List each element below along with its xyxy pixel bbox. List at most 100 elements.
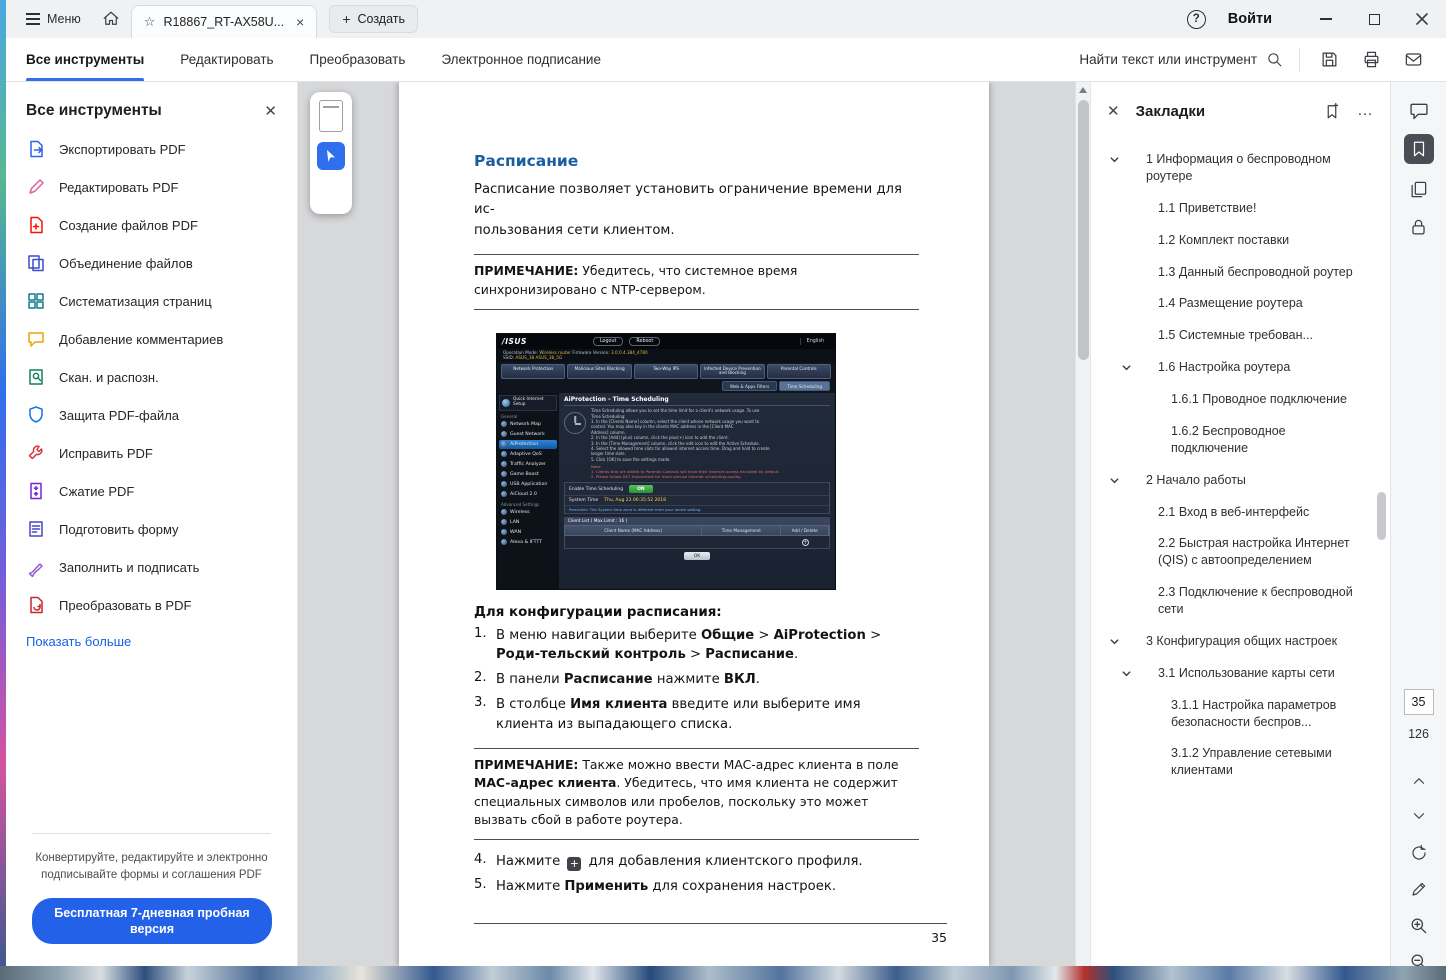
router-language-select[interactable]: English (800, 338, 830, 345)
tool-item-repair-pdf[interactable]: Исправить PDF (6, 434, 297, 472)
router-menu-item[interactable]: Game Boost (499, 470, 557, 479)
zoom-out-button[interactable] (1404, 946, 1434, 966)
bookmark-item[interactable]: 2.2 Быстрая настройка Интернет (QIS) с а… (1091, 535, 1390, 569)
select-tool-button[interactable] (317, 142, 345, 170)
ribbon-tab-2[interactable]: Редактировать (180, 38, 273, 81)
bookmark-item[interactable]: 1.6 Настройка роутера (1091, 359, 1390, 376)
tool-item-organize-pages[interactable]: Систематизация страниц (6, 282, 297, 320)
tool-item-scan-ocr[interactable]: Скан. и распозн. (6, 358, 297, 396)
bookmarks-panel-button[interactable] (1404, 134, 1434, 164)
router-menu-item[interactable]: Wireless (499, 508, 557, 517)
add-bookmark-icon[interactable] (1323, 102, 1341, 120)
tool-item-export-pdf[interactable]: Экспортировать PDF (6, 130, 297, 168)
router-tab[interactable]: Parental Controls (767, 364, 831, 380)
bookmark-item[interactable]: 1.3 Данный беспроводной роутер (1091, 264, 1390, 281)
sign-in-button[interactable]: Войти (1228, 11, 1272, 27)
current-page-input[interactable]: 35 (1404, 689, 1434, 715)
chevron-down-icon[interactable] (1109, 153, 1120, 170)
menu-button[interactable]: Меню (16, 6, 91, 32)
bookmark-item[interactable]: 2.1 Вход в веб-интерфейс (1091, 504, 1390, 521)
router-menu-item[interactable]: Alexa & IFTTT (499, 538, 557, 547)
favorite-star-icon[interactable]: ☆ (144, 14, 156, 30)
ribbon-tab-4[interactable]: Электронное подписание (441, 38, 601, 81)
bookmark-item[interactable]: 3.1 Использование карты сети (1091, 665, 1390, 682)
find-tool-button[interactable]: Найти текст или инструмент (1079, 51, 1283, 68)
chevron-down-icon[interactable] (1121, 361, 1132, 378)
tool-item-combine-files[interactable]: Объединение файлов (6, 244, 297, 282)
bookmark-item[interactable]: 1 Информация о беспроводном роутере (1091, 151, 1390, 185)
comments-panel-button[interactable] (1404, 96, 1434, 126)
draw-tool-button[interactable] (1404, 874, 1434, 904)
router-menu-item[interactable]: AiCloud 2.0 (499, 490, 557, 499)
router-subtab[interactable]: Time Scheduling (779, 381, 830, 391)
bookmarks-options-icon[interactable]: … (1357, 102, 1374, 120)
next-page-button[interactable] (1404, 801, 1434, 831)
email-button[interactable] (1400, 47, 1426, 73)
show-more-link[interactable]: Показать больше (6, 624, 297, 659)
router-menu-item[interactable]: WAN (499, 528, 557, 537)
bookmark-item[interactable]: 2 Начало работы (1091, 472, 1390, 489)
add-client-plus-icon[interactable]: + (802, 539, 809, 546)
scheduling-on-toggle[interactable]: ON (629, 485, 653, 493)
close-button[interactable] (1398, 0, 1446, 38)
router-logout-button[interactable]: Logout (593, 337, 623, 346)
router-menu-item[interactable]: LAN (499, 518, 557, 527)
tool-item-prepare-form[interactable]: Подготовить форму (6, 510, 297, 548)
home-button[interactable] (95, 4, 127, 34)
router-menu-item[interactable]: USB Application (499, 480, 557, 489)
router-tab[interactable]: Infected Device Prevention and Blocking (700, 364, 764, 380)
tool-item-create-pdf[interactable]: Создание файлов PDF (6, 206, 297, 244)
bookmark-item[interactable]: 2.3 Подключение к беспроводной сети (1091, 584, 1390, 618)
chevron-down-icon[interactable] (1109, 474, 1120, 491)
router-tab[interactable]: Malicious Sites Blocking (567, 364, 631, 380)
page-thumbnails-button[interactable] (319, 100, 343, 132)
chevron-down-icon[interactable] (1109, 635, 1120, 652)
minimize-button[interactable] (1302, 0, 1350, 38)
router-menu-item[interactable]: Network Map (499, 420, 557, 429)
router-menu-item[interactable]: Traffic Analyzer (499, 460, 557, 469)
free-trial-button[interactable]: Бесплатная 7-дневная пробная версия (32, 898, 272, 945)
bookmark-item[interactable]: 1.4 Размещение роутера (1091, 295, 1390, 312)
save-button[interactable] (1316, 47, 1342, 73)
bookmark-item[interactable]: 1.2 Комплект поставки (1091, 232, 1390, 249)
print-button[interactable] (1358, 47, 1384, 73)
maximize-button[interactable] (1350, 0, 1398, 38)
tool-item-add-comments[interactable]: Добавление комментариев (6, 320, 297, 358)
timezone-reminder-link[interactable]: Reminder: The System time zone is differ… (565, 506, 829, 513)
chevron-down-icon[interactable] (1121, 667, 1132, 684)
tools-panel-close-icon[interactable]: ✕ (264, 102, 277, 120)
router-ok-button[interactable]: OK (684, 552, 711, 560)
tool-item-compress-pdf[interactable]: Сжатие PDF (6, 472, 297, 510)
bookmark-item[interactable]: 1.6.1 Проводное подключение (1091, 391, 1390, 408)
scrollbar-thumb[interactable] (1078, 100, 1089, 360)
tool-item-protect-pdf[interactable]: Защита PDF-файла (6, 396, 297, 434)
tab-close-icon[interactable]: × (296, 14, 304, 30)
previous-page-button[interactable] (1404, 766, 1434, 796)
bookmark-item[interactable]: 3.1.2 Управление сетевыми клиентами (1091, 745, 1390, 779)
bookmark-item[interactable]: 1.5 Системные требован... (1091, 327, 1390, 344)
bookmark-item[interactable]: 3.1.1 Настройка параметров безопасности … (1091, 697, 1390, 731)
attachments-panel-button[interactable] (1404, 212, 1434, 242)
router-subtab[interactable]: Web & Apps Filters (722, 381, 777, 391)
zoom-in-button[interactable] (1404, 910, 1434, 940)
router-tab[interactable]: Network Protection (501, 364, 565, 380)
page-thumbnails-panel-button[interactable] (1404, 174, 1434, 204)
bookmarks-scrollbar-thumb[interactable] (1377, 492, 1386, 540)
ribbon-tab-3[interactable]: Преобразовать (310, 38, 406, 81)
bookmark-item[interactable]: 1.6.2 Беспроводное подключение (1091, 423, 1390, 457)
router-menu-item[interactable]: Guest Network (499, 430, 557, 439)
rotate-view-button[interactable] (1404, 838, 1434, 868)
scrollbar-up-arrow[interactable] (1079, 87, 1087, 93)
router-menu-item[interactable]: AiProtection (499, 440, 557, 449)
bookmark-item[interactable]: 3 Конфигурация общих настроек (1091, 633, 1390, 650)
tool-item-convert-pdf[interactable]: Преобразовать в PDF (6, 586, 297, 624)
tool-item-edit-pdf[interactable]: Редактировать PDF (6, 168, 297, 206)
bookmark-item[interactable]: 1.1 Приветствие! (1091, 200, 1390, 217)
ribbon-tab-1[interactable]: Все инструменты (26, 38, 144, 81)
create-button[interactable]: + Создать (329, 5, 418, 33)
tool-item-fill-sign[interactable]: Заполнить и подписать (6, 548, 297, 586)
router-reboot-button[interactable]: Reboot (629, 337, 660, 346)
document-tab[interactable]: ☆ R18867_RT-AX58U... × (131, 5, 318, 38)
router-menu-item[interactable]: Adaptive QoS (499, 450, 557, 459)
help-button[interactable]: ? (1187, 10, 1206, 29)
